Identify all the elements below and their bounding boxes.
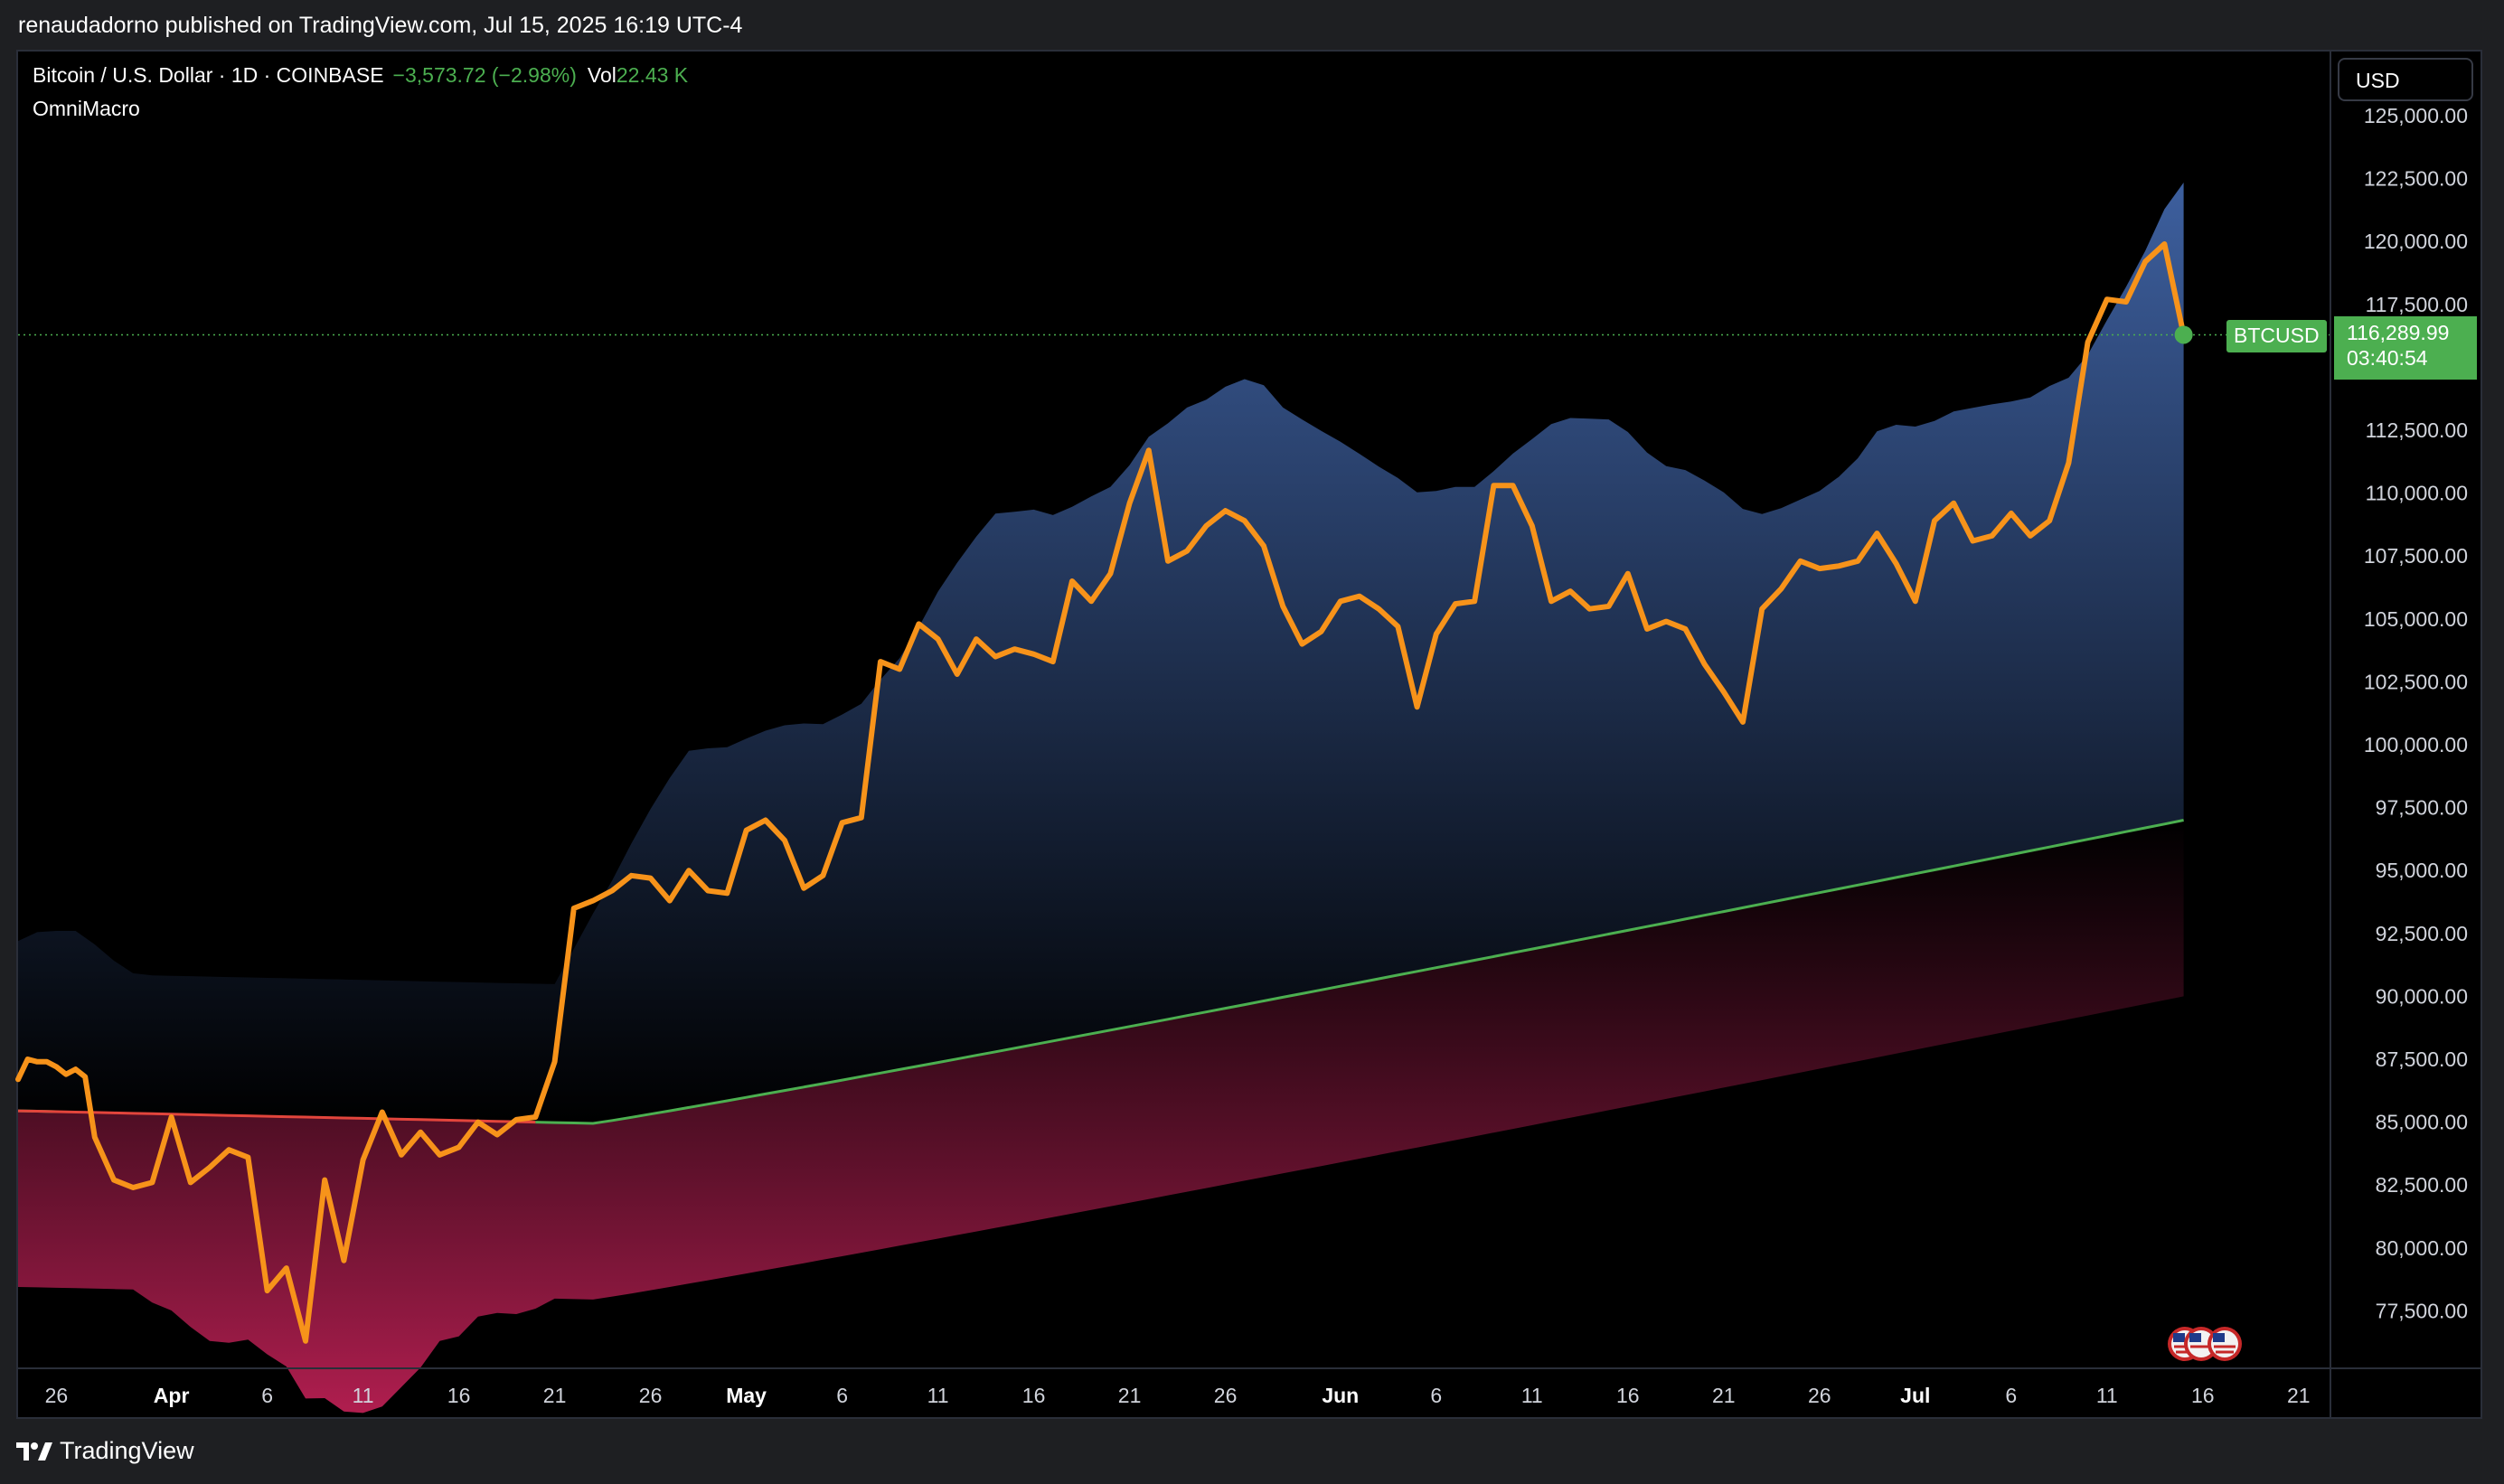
band-layer xyxy=(18,183,2184,1414)
price-tick-label: 97,500.00 xyxy=(2376,796,2468,820)
volume-value: 22.43 K xyxy=(616,63,689,87)
time-tick-label: 11 xyxy=(1521,1384,1543,1407)
time-tick-label: Jun xyxy=(1322,1384,1359,1407)
time-tick-label: 11 xyxy=(353,1384,374,1407)
brand-name: TradingView xyxy=(60,1437,194,1464)
time-tick-label: May xyxy=(726,1384,767,1407)
time-tick-label: 11 xyxy=(927,1384,949,1407)
time-tick-label: 26 xyxy=(1808,1384,1831,1407)
chart-svg[interactable]: 125,000.00 122,500.00 120,000.00 117,500.00… xyxy=(0,0,2504,1484)
symbol-title[interactable]: Bitcoin / U.S. Dollar · 1D · COINBASE xyxy=(33,63,384,87)
price-tick-label: 82,500.00 xyxy=(2376,1173,2468,1197)
price-tick-label: 80,000.00 xyxy=(2376,1236,2468,1260)
price-tick-label: 85,000.00 xyxy=(2376,1111,2468,1134)
time-tick-label: 26 xyxy=(45,1384,69,1407)
indicator-name[interactable]: OmniMacro xyxy=(33,97,688,121)
price-tick-label: 110,000.00 xyxy=(2366,482,2468,505)
symbol-badge: BTCUSD xyxy=(2226,320,2327,352)
time-tick-label: Apr xyxy=(154,1384,190,1407)
last-price-dot xyxy=(2174,325,2193,344)
us-flag-icon xyxy=(2207,1327,2242,1361)
price-tick-label: 92,500.00 xyxy=(2376,922,2468,945)
time-tick-label: 21 xyxy=(2287,1384,2311,1407)
price-tick-label: 77,500.00 xyxy=(2376,1299,2468,1322)
tradingview-logo[interactable]: TradingView xyxy=(16,1437,194,1465)
price-tick-label: 87,500.00 xyxy=(2376,1047,2468,1071)
bottom-bar xyxy=(0,1421,2504,1484)
time-tick-label: 21 xyxy=(1712,1384,1736,1407)
last-price-label: 116,289.99 03:40:54 xyxy=(2334,316,2477,380)
last-price-value: 116,289.99 xyxy=(2347,321,2450,344)
time-tick-label: 16 xyxy=(1022,1384,1046,1407)
time-tick-label: 6 xyxy=(1430,1384,1442,1407)
price-tick-label: 105,000.00 xyxy=(2364,607,2468,631)
volume-label: Vol xyxy=(587,63,617,87)
currency-button[interactable]: USD xyxy=(2338,58,2473,101)
price-axis: 125,000.00 122,500.00 120,000.00 117,500.00… xyxy=(2364,104,2468,1322)
price-tick-label: 90,000.00 xyxy=(2376,984,2468,1008)
price-tick-label: 117,500.00 xyxy=(2366,293,2468,316)
price-tick-label: 107,500.00 xyxy=(2364,544,2468,568)
bar-countdown: 03:40:54 xyxy=(2347,346,2428,370)
price-tick-label: 125,000.00 xyxy=(2364,104,2468,127)
price-tick-label: 100,000.00 xyxy=(2364,733,2468,756)
price-tick-label: 120,000.00 xyxy=(2364,230,2468,253)
price-tick-label: 95,000.00 xyxy=(2376,859,2468,882)
price-tick-label: 112,500.00 xyxy=(2366,418,2468,442)
time-tick-label: 6 xyxy=(836,1384,848,1407)
time-tick-label: 21 xyxy=(543,1384,567,1407)
time-tick-label: 26 xyxy=(639,1384,663,1407)
time-tick-label: 26 xyxy=(1214,1384,1238,1407)
tradingview-logo-icon xyxy=(16,1442,52,1461)
event-flags xyxy=(2168,1327,2242,1361)
time-tick-label: 11 xyxy=(2096,1384,2118,1407)
time-tick-label: 6 xyxy=(261,1384,273,1407)
time-tick-label: 21 xyxy=(1118,1384,1142,1407)
time-tick-label: 16 xyxy=(1616,1384,1640,1407)
time-tick-label: Jul xyxy=(1900,1384,1930,1407)
price-tick-label: 102,500.00 xyxy=(2364,670,2468,693)
price-change: −3,573.72 (−2.98%) xyxy=(392,63,577,87)
time-tick-label: 16 xyxy=(447,1384,471,1407)
price-tick-label: 122,500.00 xyxy=(2364,167,2468,191)
time-tick-label: 16 xyxy=(2191,1384,2215,1407)
time-tick-label: 6 xyxy=(2005,1384,2017,1407)
chart-legend: Bitcoin / U.S. Dollar · 1D · COINBASE −3,… xyxy=(33,63,688,121)
